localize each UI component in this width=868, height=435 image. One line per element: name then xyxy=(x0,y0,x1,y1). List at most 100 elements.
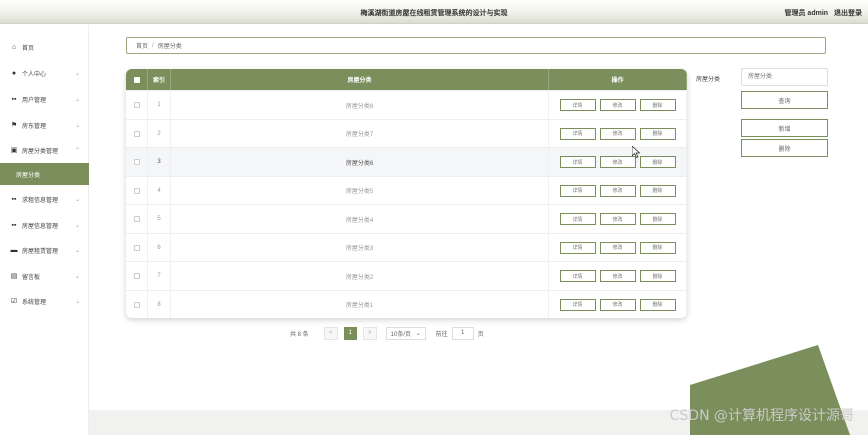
goto-label: 前往 xyxy=(435,331,448,338)
detail-button[interactable]: 详情 xyxy=(559,298,596,311)
row-select-cell[interactable] xyxy=(126,119,148,148)
search-label: 房屋分类 xyxy=(696,77,721,83)
row-select-cell[interactable] xyxy=(126,176,148,205)
row-checkbox[interactable] xyxy=(133,102,140,108)
batch-delete-button[interactable]: 删除 xyxy=(741,139,828,157)
detail-button[interactable]: 详情 xyxy=(559,156,596,168)
page-size-select[interactable]: 10条/页 ⌄ xyxy=(385,326,426,340)
sidebar-item-label: 用户管理 xyxy=(22,97,47,104)
breadcrumb-home[interactable]: 首页 xyxy=(136,41,148,50)
row-checkbox[interactable] xyxy=(133,216,140,222)
sidebar-item-label: 个人中心 xyxy=(22,71,47,78)
row-index: 8 xyxy=(148,290,171,318)
sidebar: ⌂ 首页 ● 个人中心 ⌄ ▪▪ 用户管理 ⌄ ⚑ 房东管理 ⌄ ▣ 房屋分类管… xyxy=(0,25,89,435)
row-actions: 详情 修改 删除 xyxy=(549,176,687,205)
edit-button[interactable]: 修改 xyxy=(599,99,636,111)
sidebar-item-users[interactable]: ▪▪ 用户管理 ⌄ xyxy=(0,88,89,110)
total-count: 共 8 条 xyxy=(290,331,309,338)
edit-button[interactable]: 修改 xyxy=(599,241,636,254)
goto-page-input[interactable]: 1 xyxy=(451,326,474,340)
row-checkbox[interactable] xyxy=(133,273,140,279)
row-select-cell[interactable] xyxy=(126,91,148,119)
header-select-all[interactable] xyxy=(126,69,148,90)
header-category: 房屋分类 xyxy=(171,69,549,90)
delete-button[interactable]: 删除 xyxy=(639,298,676,311)
sidebar-item-landlords[interactable]: ⚑ 房东管理 ⌄ xyxy=(0,114,89,136)
detail-button[interactable]: 详情 xyxy=(559,213,596,225)
row-category-name: 房屋分类8 xyxy=(171,91,549,119)
grid-icon: ▪▪ xyxy=(11,195,17,203)
sidebar-item-messages[interactable]: ▤ 留言板 ⌄ xyxy=(0,265,89,287)
prev-page-button[interactable]: < xyxy=(323,326,338,340)
edit-button[interactable]: 修改 xyxy=(599,184,636,197)
row-select-cell[interactable] xyxy=(126,205,148,233)
row-select-cell[interactable] xyxy=(126,262,148,290)
edit-button[interactable]: 修改 xyxy=(599,298,636,311)
page-size-value: 10条/页 xyxy=(390,331,412,338)
edit-button[interactable]: 修改 xyxy=(599,270,636,282)
delete-button[interactable]: 删除 xyxy=(639,127,676,140)
row-checkbox[interactable] xyxy=(133,159,140,165)
detail-button[interactable]: 详情 xyxy=(559,270,596,282)
logout-link[interactable]: 退出登录 xyxy=(834,10,862,17)
row-select-cell[interactable] xyxy=(126,290,148,318)
delete-button[interactable]: 删除 xyxy=(639,213,676,225)
header-index: 索引 xyxy=(148,69,171,90)
delete-button[interactable]: 删除 xyxy=(639,241,676,254)
sidebar-item-label: 房东管理 xyxy=(22,123,47,130)
check-icon: ☑ xyxy=(10,298,18,305)
add-button[interactable]: 新增 xyxy=(741,119,828,137)
mouse-cursor-icon xyxy=(632,146,640,158)
sidebar-item-house-info[interactable]: ▪▪ 房屋信息管理 ⌄ xyxy=(0,214,89,236)
row-checkbox[interactable] xyxy=(133,187,140,194)
table-row: 3 房屋分类6 详情 修改 删除 xyxy=(126,147,687,176)
row-index: 2 xyxy=(148,119,171,148)
sidebar-item-category-mgmt[interactable]: ▣ 房屋分类管理 ⌃ xyxy=(0,139,89,161)
sidebar-item-rental-requests[interactable]: ▪▪ 求租信息管理 ⌄ xyxy=(0,188,89,210)
row-actions: 详情 修改 删除 xyxy=(549,205,687,233)
sidebar-item-home[interactable]: ⌂ 首页 xyxy=(0,36,89,58)
row-checkbox[interactable] xyxy=(133,244,140,251)
delete-button[interactable]: 删除 xyxy=(639,99,676,111)
row-index: 6 xyxy=(148,233,171,262)
row-select-cell[interactable] xyxy=(126,148,148,176)
next-page-button[interactable]: > xyxy=(362,326,377,340)
sidebar-item-leasing[interactable]: ▬ 房屋租赁管理 ⌄ xyxy=(0,239,89,261)
admin-user-label: 管理员 admin xyxy=(784,10,829,17)
breadcrumb-current: 房屋分类 xyxy=(157,44,182,50)
edit-button[interactable]: 修改 xyxy=(599,213,636,225)
delete-button[interactable]: 删除 xyxy=(639,184,676,197)
row-index: 5 xyxy=(148,205,171,233)
sidebar-item-system[interactable]: ☑ 系统管理 ⌄ xyxy=(0,290,89,312)
row-select-cell[interactable] xyxy=(126,233,148,262)
delete-button[interactable]: 删除 xyxy=(639,156,676,168)
select-all-checkbox[interactable] xyxy=(133,76,140,83)
sidebar-item-label: 首页 xyxy=(22,45,35,52)
sidebar-item-profile[interactable]: ● 个人中心 ⌄ xyxy=(0,62,89,84)
search-input[interactable] xyxy=(741,68,828,86)
row-category-name: 房屋分类7 xyxy=(171,119,549,148)
delete-button[interactable]: 删除 xyxy=(639,270,676,282)
table-row: 2 房屋分类7 详情 修改 删除 xyxy=(126,118,687,148)
chevron-down-icon: ⌄ xyxy=(74,222,80,229)
detail-button[interactable]: 详情 xyxy=(559,241,596,254)
sidebar-item-label: 房屋分类 xyxy=(16,172,41,179)
grid-icon: ▪▪ xyxy=(11,95,17,103)
detail-button[interactable]: 详情 xyxy=(559,127,596,140)
row-index: 7 xyxy=(148,262,171,290)
edit-button[interactable]: 修改 xyxy=(599,127,636,140)
sidebar-item-label: 求租信息管理 xyxy=(22,197,59,204)
row-checkbox[interactable] xyxy=(133,130,140,137)
table-row: 8 房屋分类1 详情 修改 删除 xyxy=(126,289,687,318)
doc-icon: ▤ xyxy=(10,273,18,280)
sidebar-item-category[interactable]: 房屋分类 xyxy=(0,163,89,185)
row-checkbox[interactable] xyxy=(133,301,140,308)
detail-button[interactable]: 详情 xyxy=(559,184,596,197)
search-button[interactable]: 查询 xyxy=(741,91,828,109)
detail-button[interactable]: 详情 xyxy=(559,99,596,111)
page-number-current[interactable]: 1 xyxy=(343,326,357,340)
home-icon: ⌂ xyxy=(11,43,17,51)
header-ops: 操作 xyxy=(549,69,687,90)
edit-button[interactable]: 修改 xyxy=(599,156,636,168)
table-row: 5 房屋分类4 详情 修改 删除 xyxy=(126,204,687,233)
